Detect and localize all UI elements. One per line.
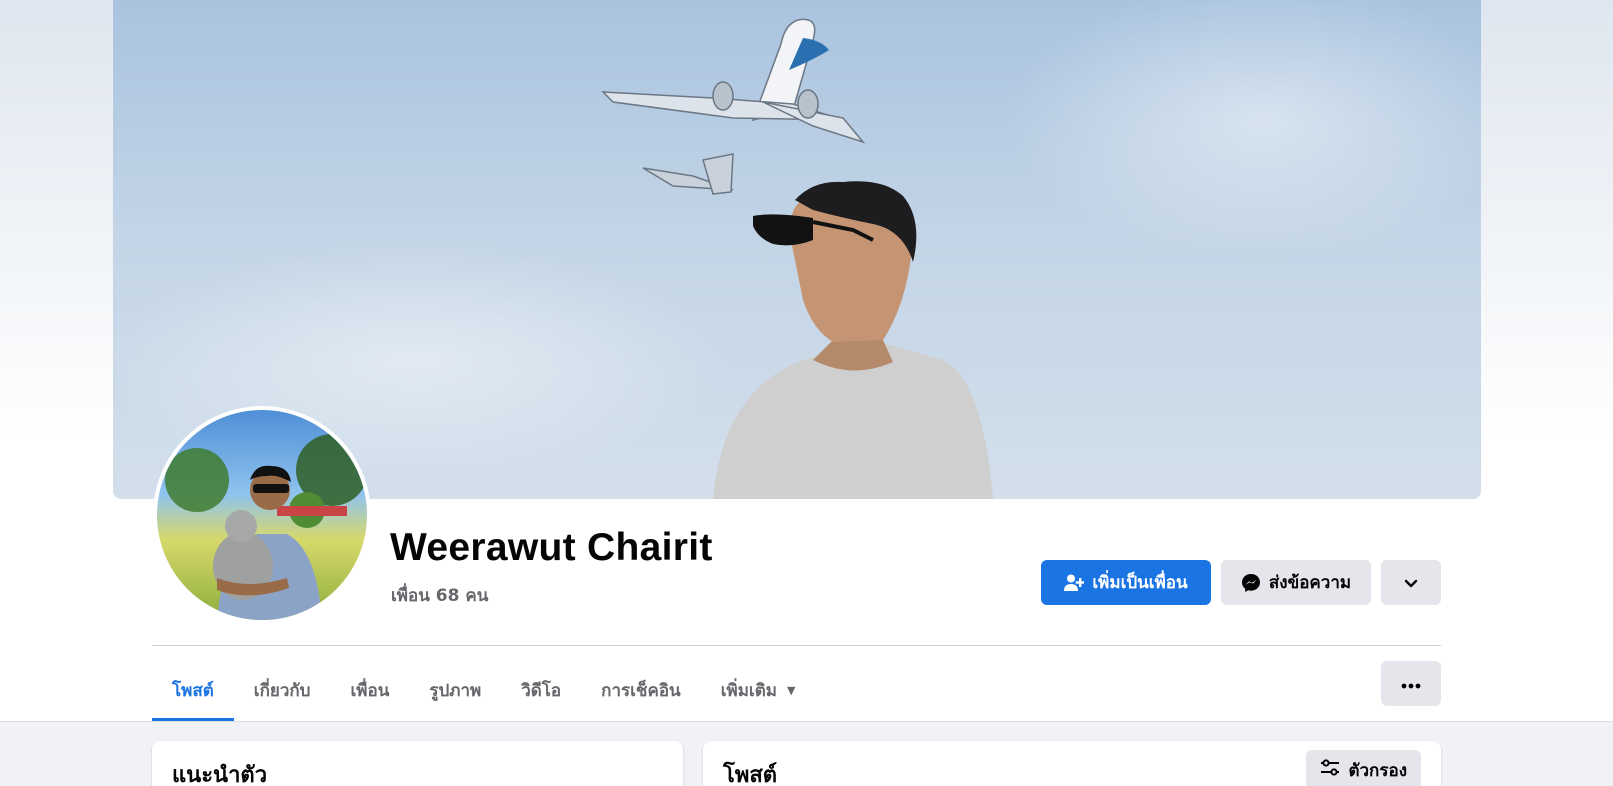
profile-name: Weerawut Chairit — [390, 526, 713, 569]
avatar — [157, 410, 367, 620]
avatar-illustration — [165, 434, 367, 620]
intro-card-title: แนะนำตัว — [172, 763, 268, 786]
tab-more[interactable]: เพิ่มเติม ▼ — [701, 660, 816, 721]
tab-label: โพสต์ — [172, 681, 214, 701]
posts-card: โพสต์ ตัวกรอง — [703, 741, 1441, 786]
filter-label: ตัวกรอง — [1348, 760, 1407, 781]
tab-posts[interactable]: โพสต์ — [152, 660, 234, 721]
tab-check-ins[interactable]: การเช็คอิน — [581, 660, 701, 721]
chevron-down-icon — [1403, 575, 1419, 591]
add-friend-label: เพิ่มเป็นเพื่อน — [1092, 573, 1188, 593]
sliders-icon — [1320, 758, 1340, 782]
caret-down-icon: ▼ — [786, 684, 796, 697]
add-friend-button[interactable]: เพิ่มเป็นเพื่อน — [1041, 560, 1211, 605]
tab-label: การเช็คอิน — [601, 681, 681, 701]
tab-videos[interactable]: วิดีโอ — [501, 660, 581, 721]
message-button[interactable]: ส่งข้อความ — [1221, 560, 1371, 605]
person-add-icon — [1064, 573, 1085, 593]
ellipsis-icon — [1401, 674, 1421, 693]
tabs-more-button[interactable] — [1381, 661, 1441, 706]
filter-button[interactable]: ตัวกรอง — [1306, 750, 1421, 786]
intro-card: แนะนำตัว — [152, 741, 683, 786]
profile-options-dropdown[interactable] — [1381, 560, 1441, 605]
tab-label: รูปภาพ — [429, 681, 482, 701]
messenger-icon — [1241, 573, 1261, 593]
airplane-graphic — [601, 18, 866, 195]
tab-about[interactable]: เกี่ยวกับ — [234, 660, 331, 721]
friend-count[interactable]: เพื่อน 68 คน — [391, 582, 488, 609]
posts-card-title: โพสต์ — [723, 763, 778, 786]
person-graphic — [713, 181, 993, 499]
tab-photos[interactable]: รูปภาพ — [409, 660, 501, 721]
header-divider — [152, 645, 1441, 646]
tab-label: เพิ่มเติม — [720, 681, 777, 701]
profile-tabs: โพสต์ เกี่ยวกับ เพื่อน รูปภาพ วิดีโอ การ… — [152, 660, 815, 721]
profile-picture[interactable] — [153, 406, 371, 624]
message-label: ส่งข้อความ — [1268, 573, 1352, 593]
tab-friends[interactable]: เพื่อน — [330, 660, 409, 721]
tab-label: เพื่อน — [350, 681, 390, 701]
tab-label: เกี่ยวกับ — [253, 681, 311, 701]
tab-label: วิดีโอ — [521, 681, 562, 701]
